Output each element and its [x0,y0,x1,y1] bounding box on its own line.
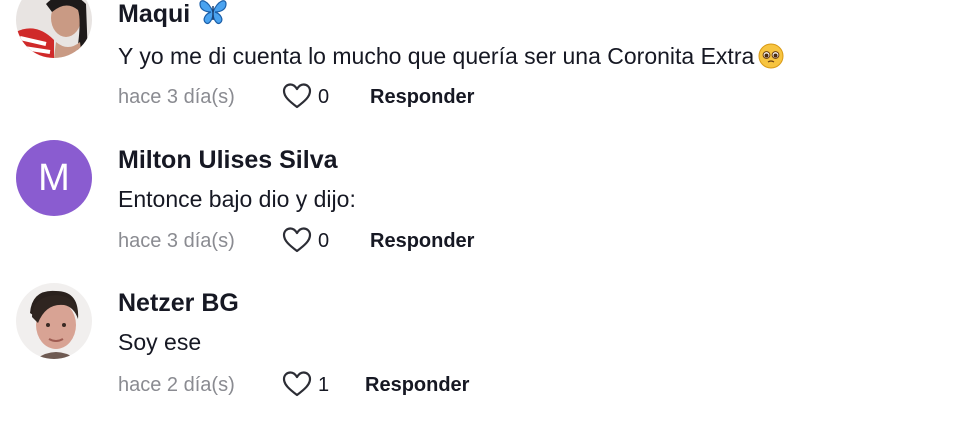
timestamp: hace 3 día(s) [118,86,235,108]
like-count: 1 [318,374,330,396]
username[interactable]: Maqui [118,0,228,33]
username-text: Netzer BG [118,289,239,317]
like-button[interactable] [282,370,312,398]
username[interactable]: Milton Ulises Silva [118,146,338,175]
username-text: Milton Ulises Silva [118,146,338,174]
reply-button[interactable]: Responder [370,86,474,109]
avatar-letter: M [38,157,70,199]
comment-text: Y yo me di cuenta lo mucho que quería se… [118,43,784,75]
like-button[interactable] [282,226,312,254]
comment-text-content: Entonce bajo dio y dijo: [118,186,356,212]
timestamp: hace 2 día(s) [118,374,235,396]
like-count: 0 [318,230,330,252]
comment-text-content: Soy ese [118,329,202,355]
reply-button[interactable]: Responder [370,230,474,253]
avatar[interactable] [16,283,92,359]
avatar[interactable] [16,0,92,58]
comment-text: Soy ese [118,329,201,356]
butterfly-icon [198,0,228,33]
avatar[interactable]: M [16,140,92,216]
username-text: Maqui [118,0,191,28]
comment-text-content: Y yo me di cuenta lo mucho que quería se… [118,43,755,69]
reply-button[interactable]: Responder [365,374,469,397]
comment-item: Maqui Y yo me di cuenta lo mucho que que… [0,0,956,122]
like-button[interactable] [282,82,312,110]
heart-icon [282,371,312,397]
timestamp: hace 3 día(s) [118,230,235,252]
like-count: 0 [318,86,330,108]
comment-text: Entonce bajo dio y dijo: [118,186,356,213]
heart-icon [282,83,312,109]
comment-item: Netzer BG Soy ese hace 2 día(s) 1 Respon… [0,283,956,423]
username[interactable]: Netzer BG [118,289,239,318]
heart-icon [282,227,312,253]
comment-item: M Milton Ulises Silva Entonce bajo dio y… [0,140,956,280]
pleading-face-icon [758,43,784,75]
